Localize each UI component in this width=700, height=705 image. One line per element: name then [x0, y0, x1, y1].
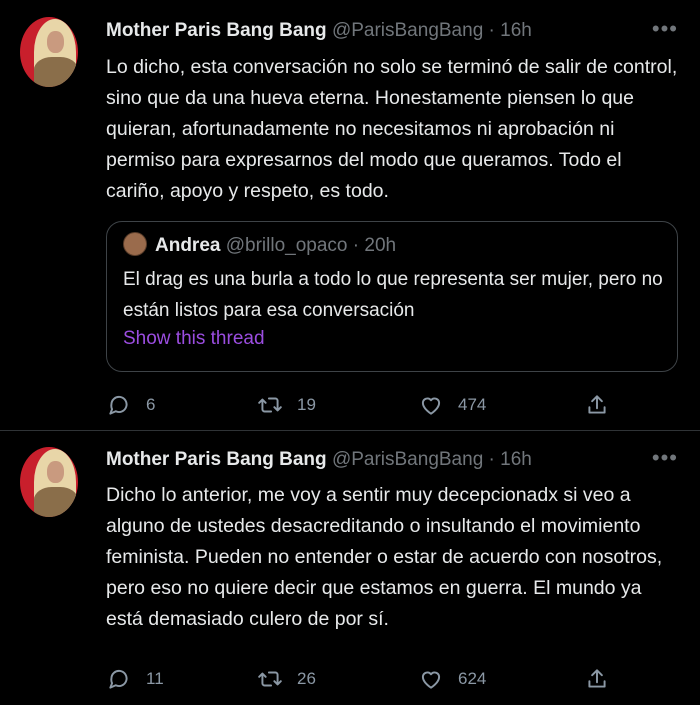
- author-name[interactable]: Mother Paris Bang Bang: [106, 449, 327, 470]
- like-count: 474: [458, 395, 487, 414]
- quoted-tweet[interactable]: Andrea @brillo_opaco · 20h El drag es un…: [106, 221, 678, 372]
- separator-dot: ·: [352, 235, 360, 256]
- reply-button[interactable]: 6: [106, 390, 155, 420]
- tweet-header: Mother Paris Bang Bang @ParisBangBang · …: [106, 16, 678, 46]
- tweet-text: Lo dicho, esta conversación no solo se t…: [106, 56, 678, 202]
- retweet-count: 26: [297, 669, 316, 688]
- quote-text: El drag es una burla a todo lo que repre…: [123, 269, 663, 321]
- like-icon: [421, 671, 441, 689]
- like-count: 624: [458, 669, 487, 688]
- retweet-count: 19: [297, 395, 316, 414]
- more-icon[interactable]: •••: [652, 16, 678, 42]
- reply-count: 11: [146, 669, 164, 688]
- like-icon: [421, 397, 441, 415]
- author-name[interactable]: Mother Paris Bang Bang: [106, 20, 327, 41]
- timestamp[interactable]: 16h: [500, 449, 532, 470]
- separator-dot: ·: [488, 20, 495, 41]
- tweet-actions: 11 26 624: [106, 664, 616, 694]
- quote-author-name: Andrea: [155, 235, 221, 256]
- reply-count: 6: [146, 395, 156, 414]
- like-button[interactable]: 624: [418, 664, 486, 694]
- share-icon: [588, 669, 606, 688]
- quote-header: Andrea @brillo_opaco · 20h: [123, 232, 396, 257]
- like-button[interactable]: 474: [418, 390, 486, 420]
- retweet-icon: [258, 397, 282, 413]
- share-icon: [588, 395, 606, 414]
- share-button[interactable]: [584, 390, 624, 420]
- tweet-actions: 6 19 474: [106, 390, 616, 420]
- retweet-icon: [258, 671, 282, 687]
- tweet-text: Dicho lo anterior, me voy a sentir muy d…: [106, 484, 663, 630]
- tweet-header: Mother Paris Bang Bang @ParisBangBang · …: [106, 445, 678, 475]
- tweet[interactable]: Mother Paris Bang Bang @ParisBangBang · …: [0, 0, 700, 431]
- quote-timestamp: 20h: [364, 235, 397, 256]
- separator-dot: ·: [488, 449, 495, 470]
- quote-author-handle: @brillo_opaco: [225, 235, 348, 256]
- share-button[interactable]: [584, 664, 624, 694]
- timestamp[interactable]: 16h: [500, 20, 532, 41]
- retweet-button[interactable]: 26: [257, 664, 316, 694]
- tweet[interactable]: Mother Paris Bang Bang @ParisBangBang · …: [0, 431, 700, 705]
- quote-avatar: [123, 232, 147, 256]
- author-handle[interactable]: @ParisBangBang: [332, 20, 483, 41]
- reply-icon: [109, 669, 128, 689]
- show-thread-link[interactable]: Show this thread: [123, 328, 265, 350]
- avatar[interactable]: [20, 17, 78, 87]
- more-icon[interactable]: •••: [652, 445, 678, 471]
- retweet-button[interactable]: 19: [257, 390, 316, 420]
- avatar[interactable]: [20, 447, 78, 517]
- reply-button[interactable]: 11: [106, 664, 164, 694]
- reply-icon: [109, 395, 128, 415]
- author-handle[interactable]: @ParisBangBang: [332, 449, 483, 470]
